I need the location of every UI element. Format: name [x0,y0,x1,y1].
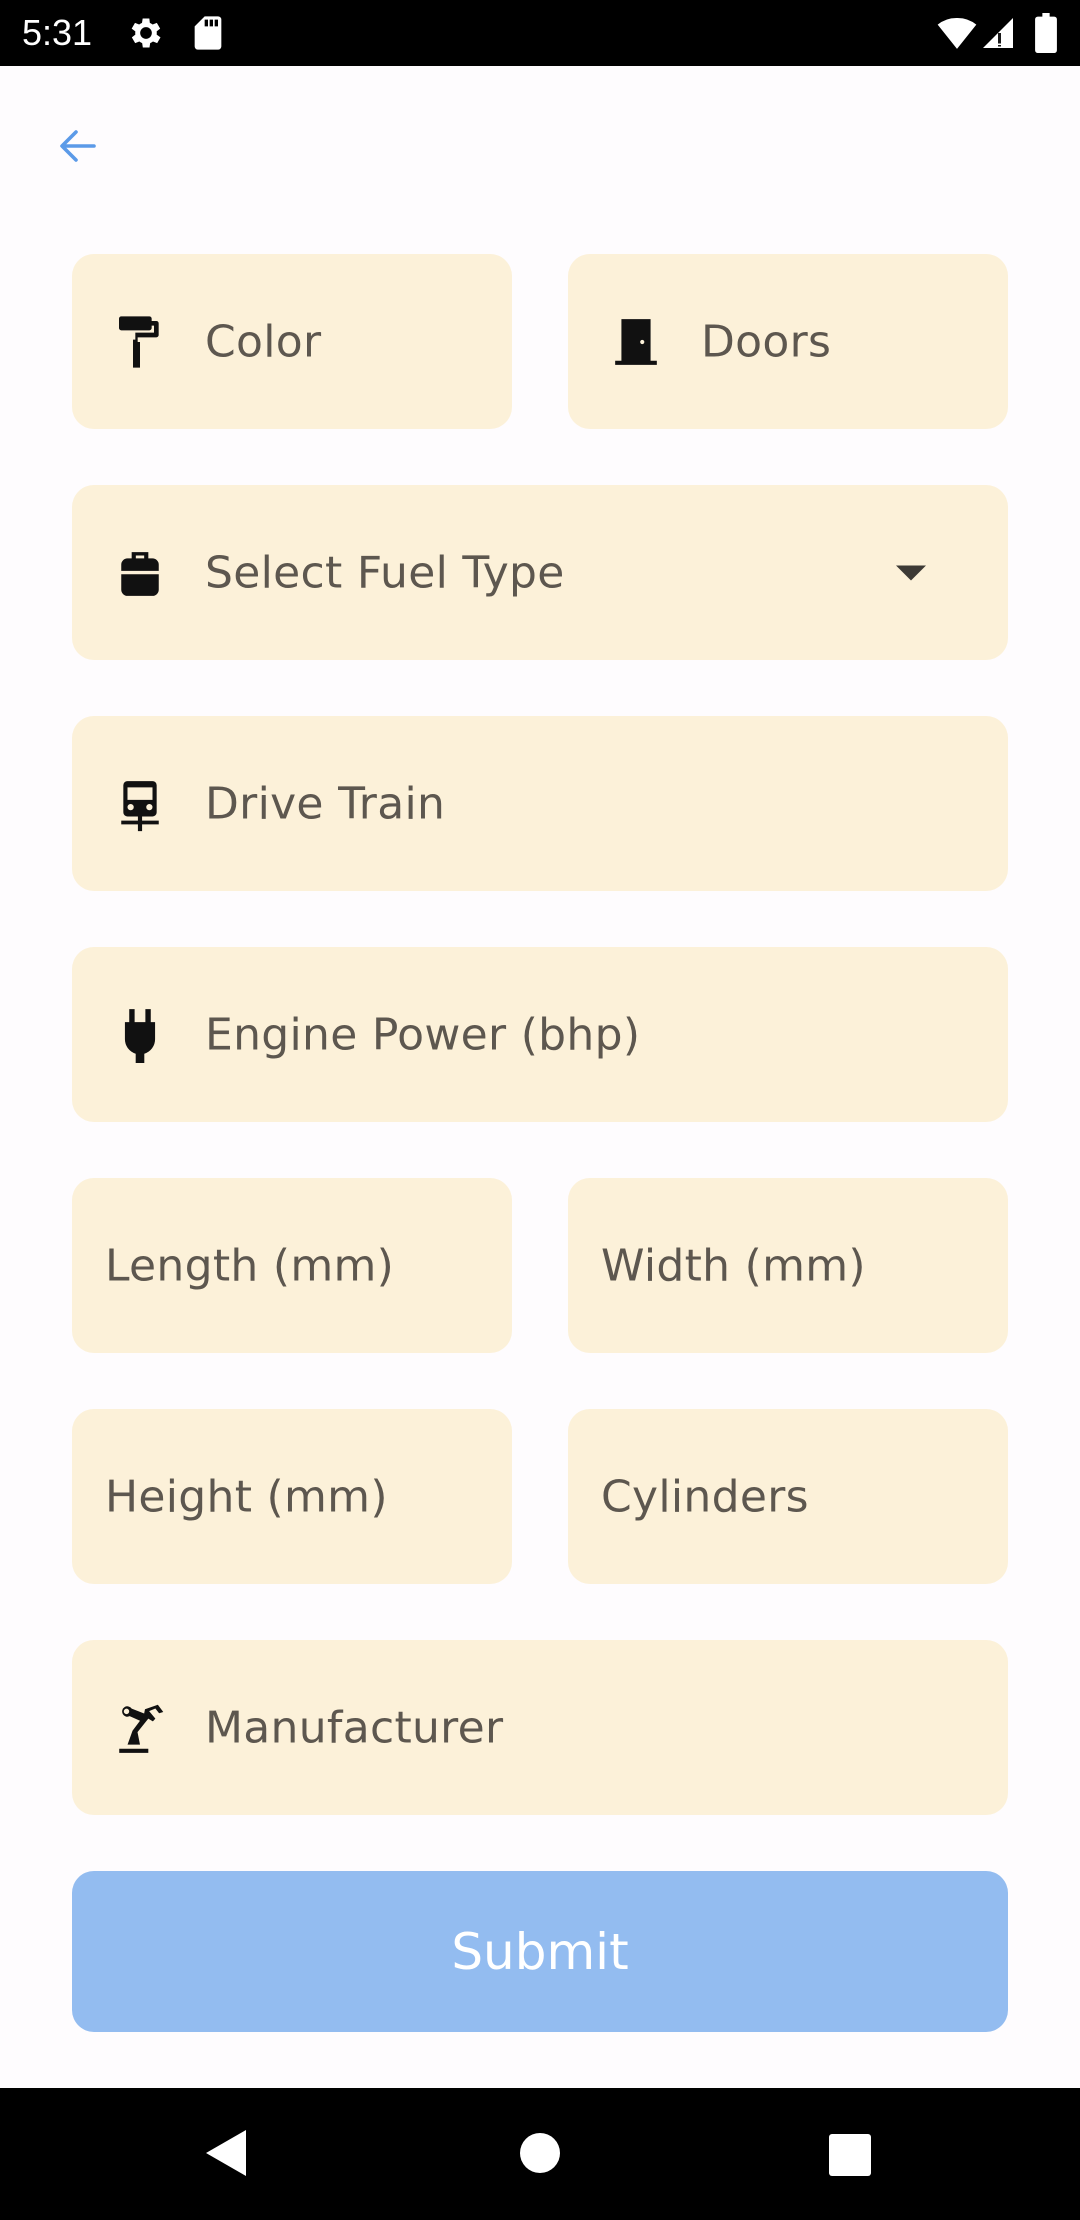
signal-icon [980,13,1016,57]
car-icon [112,776,168,832]
status-time: 5:31 [22,12,93,53]
length-label: Length (mm) [105,1240,395,1291]
engine-power-label: Engine Power (bhp) [205,1009,641,1060]
recents-square-icon[interactable] [829,2134,871,2180]
width-label: Width (mm) [601,1240,866,1291]
color-label: Color [205,316,322,367]
battery-icon [1034,13,1058,57]
height-field[interactable]: Height (mm) [72,1409,512,1584]
gas-can-icon [112,545,168,601]
cylinders-label: Cylinders [601,1471,809,1522]
robot-arm-icon [112,1700,168,1756]
doors-label: Doors [701,316,832,367]
manufacturer-label: Manufacturer [205,1702,504,1753]
chevron-down-icon [896,565,926,580]
submit-button[interactable]: Submit [72,1871,1008,2032]
plug-icon [112,1007,168,1063]
engine-power-field[interactable]: Engine Power (bhp) [72,947,1008,1122]
sd-card-icon [188,13,228,57]
color-field[interactable]: Color [72,254,512,429]
drive-train-label: Drive Train [205,778,446,829]
back-triangle-icon[interactable] [204,2128,248,2182]
status-bar: 5:31 [0,0,1080,66]
door-icon [608,314,664,370]
wifi-icon [936,13,978,57]
width-field[interactable]: Width (mm) [568,1178,1008,1353]
arrow-left-icon [60,130,96,162]
doors-field[interactable]: Doors [568,254,1008,429]
paint-roller-icon [112,314,168,370]
home-circle-icon[interactable] [519,2132,561,2178]
fuel-type-label: Select Fuel Type [205,547,565,598]
cylinders-field[interactable]: Cylinders [568,1409,1008,1584]
length-field[interactable]: Length (mm) [72,1178,512,1353]
height-label: Height (mm) [105,1471,388,1522]
settings-icon [126,13,166,57]
navigation-bar [0,2088,1080,2220]
back-button[interactable] [44,112,112,180]
drive-train-field[interactable]: Drive Train [72,716,1008,891]
fuel-type-select[interactable]: Select Fuel Type [72,485,1008,660]
manufacturer-field[interactable]: Manufacturer [72,1640,1008,1815]
